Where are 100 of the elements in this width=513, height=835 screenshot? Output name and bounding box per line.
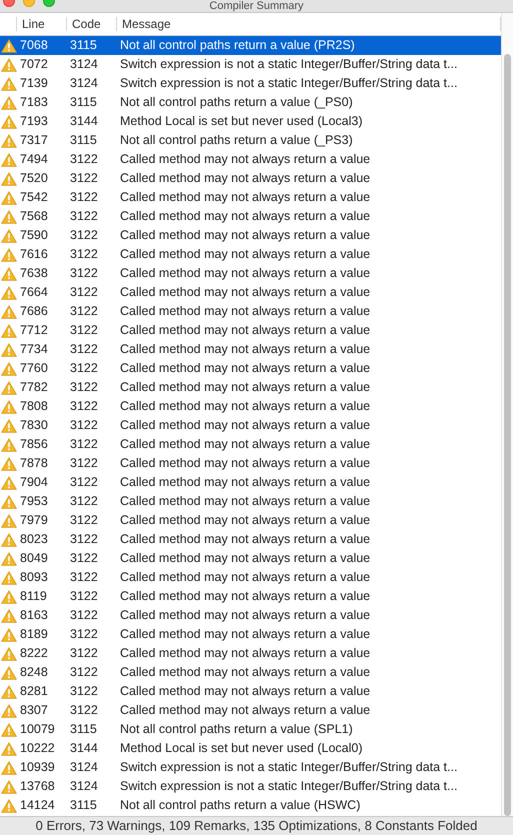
table-row[interactable]: 14124 3115 Not all control paths return a value (HSWC) xyxy=(0,796,501,815)
table-cell-text: Switch expression is not a static Integer/Buffer/String data t... xyxy=(120,75,458,92)
table-row[interactable]: 7590 3122 Called method may not always return a value xyxy=(0,226,501,245)
table-row[interactable]: 13768 3124 Switch expression is not a static Integer/Buffer/String data t... xyxy=(0,777,501,796)
table-cell-text: 7712 xyxy=(20,322,49,340)
table-row[interactable]: 7734 3122 Called method may not always return a value xyxy=(0,340,501,359)
table-row[interactable]: 7712 3122 Called method may not always return a value xyxy=(0,321,501,340)
table-row[interactable]: 7068 3115 Not all control paths return a value (PR2S) xyxy=(0,36,501,55)
table-cell-text: 13768 xyxy=(20,778,56,796)
table-row[interactable]: 7856 3122 Called method may not always return a value xyxy=(0,435,501,454)
column-header[interactable]: Line xyxy=(17,17,67,31)
table-row[interactable]: 10079 3115 Not all control paths return a value (SPL1) xyxy=(0,720,501,739)
table-cell-text: Switch expression is not a static Integer/Buffer/String data t... xyxy=(120,759,458,776)
table-row[interactable]: 7139 3124 Switch expression is not a static Integer/Buffer/String data t... xyxy=(0,74,501,93)
table-cell-text: Called method may not always return a value xyxy=(120,455,370,472)
table-cell-text: Method Local is set but never used (Local0) xyxy=(120,740,362,758)
table-row[interactable]: 7953 3122 Called method may not always return a value xyxy=(0,492,501,511)
table-row[interactable]: 7494 3122 Called method may not always return a value xyxy=(0,150,501,169)
table-row[interactable]: 7317 3115 Not all control paths return a value (_PS3) xyxy=(0,131,501,150)
table-row[interactable]: 7686 3122 Called method may not always return a value xyxy=(0,302,501,321)
table-cell-text: 7953 xyxy=(20,493,49,510)
table-row[interactable]: 7878 3122 Called method may not always return a value xyxy=(0,454,501,473)
table-cell-text: 3122 xyxy=(70,170,99,188)
table-row[interactable]: 8093 3122 Called method may not always return a value xyxy=(0,568,501,587)
table-cell-text: Not all control paths return a value (SPL1) xyxy=(120,721,353,738)
table-row[interactable]: 10939 3124 Switch expression is not a static Integer/Buffer/String data t... xyxy=(0,758,501,777)
table-cell-text: Called method may not always return a value xyxy=(120,379,370,396)
table-cell-text: 7760 xyxy=(20,360,49,378)
table-cell-text: 7830 xyxy=(20,417,49,434)
warning-icon xyxy=(1,494,17,508)
table-row[interactable]: 8248 3122 Called method may not always return a value xyxy=(0,663,501,682)
column-header[interactable]: Code xyxy=(67,17,117,31)
warning-icon xyxy=(1,380,17,394)
table-cell-text: 7139 xyxy=(20,75,49,92)
warning-icon xyxy=(1,742,17,756)
warning-icon xyxy=(1,266,17,280)
table-row[interactable]: 7193 3144 Method Local is set but never used (Local3) xyxy=(0,112,501,131)
table-cell-text: 3122 xyxy=(70,645,99,662)
table-row[interactable]: 7808 3122 Called method may not always return a value xyxy=(0,397,501,416)
table-row[interactable]: 7760 3122 Called method may not always return a value xyxy=(0,359,501,378)
table-cell-text: Called method may not always return a value xyxy=(120,569,370,586)
table-cell-text: 7590 xyxy=(20,227,49,244)
status-bar: 0 Errors, 73 Warnings, 109 Remarks, 135 Optimizations, 8 Constants Folded xyxy=(0,816,513,835)
table-row[interactable]: 7542 3122 Called method may not always return a value xyxy=(0,188,501,207)
table-row[interactable]: 8307 3122 Called method may not always return a value xyxy=(0,701,501,720)
table-cell-text: 7494 xyxy=(20,151,49,168)
table-cell-text: Not all control paths return a value (_PS0) xyxy=(120,94,353,112)
table-cell-text: Called method may not always return a value xyxy=(120,398,370,416)
table-row[interactable]: 8119 3122 Called method may not always return a value xyxy=(0,587,501,606)
table-cell-text: 3122 xyxy=(70,322,99,340)
table-row[interactable]: 7616 3122 Called method may not always return a value xyxy=(0,245,501,264)
table-row[interactable]: 7979 3122 Called method may not always return a value xyxy=(0,511,501,530)
table-cell-text: 7317 xyxy=(20,132,49,150)
table-row[interactable]: 7183 3115 Not all control paths return a value (_PS0) xyxy=(0,93,501,112)
table-row[interactable]: 8023 3122 Called method may not always return a value xyxy=(0,530,501,549)
table-cell-text: Called method may not always return a value xyxy=(120,360,370,378)
table-row[interactable]: 8222 3122 Called method may not always return a value xyxy=(0,644,501,663)
table-cell-text: 14124 xyxy=(20,797,56,814)
table-cell-text: 3122 xyxy=(70,550,99,568)
table-cell-text: 3115 xyxy=(70,797,98,814)
table-cell-text: 7638 xyxy=(20,265,49,282)
table-row[interactable]: 7520 3122 Called method may not always return a value xyxy=(0,169,501,188)
warning-icon xyxy=(1,704,17,718)
table-cell-text: Not all control paths return a value (PR2S) xyxy=(120,37,355,54)
table-cell-text: Called method may not always return a value xyxy=(120,474,370,492)
table-cell-text: 3115 xyxy=(70,94,98,112)
warning-icon xyxy=(1,476,17,490)
table-cell-text: 3122 xyxy=(70,360,99,378)
table-row[interactable]: 7782 3122 Called method may not always return a value xyxy=(0,378,501,397)
warning-icon xyxy=(1,628,17,642)
table-row[interactable]: 8281 3122 Called method may not always return a value xyxy=(0,682,501,701)
table-cell-text: 3124 xyxy=(70,778,99,796)
table-row[interactable]: 8189 3122 Called method may not always return a value xyxy=(0,625,501,644)
table-cell-text: Called method may not always return a value xyxy=(120,588,370,606)
table-cell-text: Called method may not always return a value xyxy=(120,645,370,662)
table-cell-text: 7808 xyxy=(20,398,49,416)
table-row[interactable]: 7830 3122 Called method may not always return a value xyxy=(0,416,501,435)
warning-icon xyxy=(1,96,17,110)
warning-icon xyxy=(1,190,17,204)
table-cell-text: 8248 xyxy=(20,664,49,682)
table-row[interactable]: 7904 3122 Called method may not always return a value xyxy=(0,473,501,492)
scrollbar-thumb[interactable] xyxy=(504,54,511,816)
table-cell-text: 3122 xyxy=(70,189,99,206)
table-row[interactable]: 8049 3122 Called method may not always return a value xyxy=(0,549,501,568)
table-row[interactable]: 7072 3124 Switch expression is not a static Integer/Buffer/String data t... xyxy=(0,55,501,74)
warning-icon xyxy=(1,570,17,584)
table-row[interactable]: 7664 3122 Called method may not always return a value xyxy=(0,283,501,302)
warning-icon xyxy=(1,552,17,566)
table-cell-text: 3115 xyxy=(70,132,98,150)
scrollbar[interactable] xyxy=(501,13,513,816)
warning-icon xyxy=(1,76,17,90)
warning-icon xyxy=(1,400,17,414)
table-row[interactable]: 8163 3122 Called method may not always return a value xyxy=(0,606,501,625)
table-cell-text: 10079 xyxy=(20,721,56,738)
table-cell-text: 3122 xyxy=(70,683,99,700)
table-cell-text: 8163 xyxy=(20,607,49,624)
table-row[interactable]: 10222 3144 Method Local is set but never used (Local0) xyxy=(0,739,501,758)
table-row[interactable]: 7568 3122 Called method may not always return a value xyxy=(0,207,501,226)
table-row[interactable]: 7638 3122 Called method may not always return a value xyxy=(0,264,501,283)
table-cell-text: Called method may not always return a value xyxy=(120,531,370,548)
